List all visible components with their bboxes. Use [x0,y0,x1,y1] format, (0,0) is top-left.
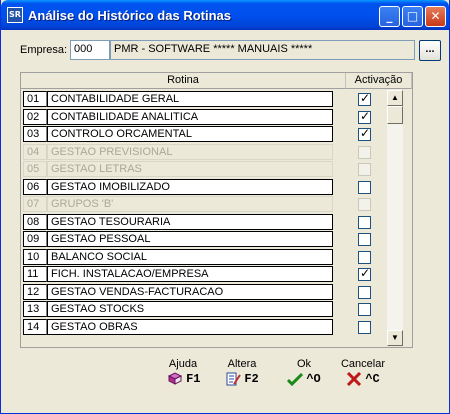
x-cross-icon [347,372,362,386]
rotina-name: FICH. INSTALACAO/EMPRESA [47,266,333,282]
empresa-code-input[interactable]: 000 [70,40,110,60]
main-window: SR Análise do Histórico das Rotinas _ □ … [0,0,450,414]
rotina-number: 06 [23,178,47,195]
scroll-down-button[interactable]: ▼ [387,330,403,346]
ok-button[interactable]: Ok ^O [284,358,324,386]
edit-document-icon [226,372,242,386]
cancel-label: Cancelar [340,358,386,370]
rotina-number: 11 [23,266,47,282]
activacao-checkbox [358,145,371,159]
activacao-checkbox[interactable] [358,320,371,334]
window-title: Análise do Histórico das Rotinas [28,8,231,23]
minimize-button[interactable]: _ [379,6,400,27]
activacao-checkbox[interactable] [358,285,371,299]
activacao-checkbox [358,163,371,176]
table-row[interactable]: 01 CONTABILIDADE GERAL ✓ [21,90,385,108]
rotina-name: GESTAO TESOURARIA [47,213,333,230]
empresa-name-field: PMR - SOFTWARE ***** MANUAIS ***** [110,40,415,60]
activacao-checkbox[interactable]: ✓ [358,91,371,106]
edit-label: Altera [227,358,257,370]
edit-button[interactable]: Altera F2 [223,358,261,386]
cancel-key: ^C [365,372,380,386]
table-row[interactable]: 07 GRUPOS 'B' [21,195,385,213]
rotinas-grid: Rotina Activação 01 CONTABILIDADE GERAL ✓ 0… [20,72,413,348]
rotina-number: 03 [23,126,47,142]
activacao-checkbox[interactable]: ✓ [358,266,371,281]
activacao-checkbox[interactable] [358,180,371,194]
rotina-number: 09 [23,231,47,247]
activacao-checkbox[interactable]: ✓ [358,126,371,141]
table-row[interactable]: 14 GESTAO OBRAS [21,318,385,336]
function-key-bar: Ajuda F1 Altera F2 Ok ^O Cancelar ^C [1,358,450,398]
table-row[interactable]: 05 GESTAO LETRAS [21,160,385,178]
checkmark-icon: ✓ [360,91,371,105]
table-row[interactable]: 09 GESTAO PESSOAL [21,230,385,248]
rotina-number: 05 [23,161,47,177]
rotina-name: GESTAO PESSOAL [47,231,333,247]
rotinas-rows: 01 CONTABILIDADE GERAL ✓ 02 CONTABILIDADE AN… [21,90,385,335]
rotina-name: CONTABILIDADE ANALITICA [47,108,333,125]
cancel-button[interactable]: Cancelar ^C [339,358,387,386]
scroll-thumb[interactable] [387,106,403,124]
column-header-activacao: Activação [346,73,412,89]
rotina-number: 01 [23,91,47,107]
scroll-up-button[interactable]: ▲ [387,90,403,106]
activacao-checkbox[interactable] [358,215,371,229]
vertical-scrollbar[interactable]: ▲ ▼ [387,90,403,346]
rotina-number: 12 [23,283,47,300]
ok-label: Ok [296,358,312,370]
checkmark-icon: ✓ [360,266,371,280]
maximize-button[interactable]: □ [402,6,423,27]
help-button[interactable]: Ajuda F1 [167,358,201,386]
checkmark-icon: ✓ [360,108,371,123]
table-row[interactable]: 11 FICH. INSTALACAO/EMPRESA ✓ [21,265,385,283]
rotina-number: 13 [23,301,47,317]
rotina-number: 04 [23,143,47,160]
checkmark-icon [287,372,304,386]
empresa-lookup-button[interactable]: ... [419,40,441,61]
table-row[interactable]: 10 BALANCO SOCIAL [21,248,385,266]
activacao-checkbox [358,198,371,211]
rotina-name: GESTAO LETRAS [47,161,333,177]
rotina-number: 14 [23,318,47,335]
book-icon [167,372,183,385]
rotina-name: GESTAO PREVISIONAL [47,143,333,160]
table-row[interactable]: 08 GESTAO TESOURARIA [21,213,385,231]
empresa-label: Empresa: [20,44,68,56]
table-row[interactable]: 13 GESTAO STOCKS [21,300,385,318]
rotina-name: GESTAO IMOBILIZADO [47,178,333,195]
column-header-rotina: Rotina [21,73,346,89]
activacao-checkbox[interactable] [358,303,371,316]
title-bar[interactable]: SR Análise do Histórico das Rotinas _ □ … [1,0,449,30]
ok-key: ^O [306,372,321,386]
help-key: F1 [186,372,201,386]
rotina-number: 07 [23,196,47,212]
rotina-name: GESTAO VENDAS-FACTURACAO [47,283,333,300]
rotina-name: BALANCO SOCIAL [47,248,333,265]
help-label: Ajuda [168,358,198,370]
rotina-number: 02 [23,108,47,125]
table-row[interactable]: 04 GESTAO PREVISIONAL [21,143,385,161]
table-row[interactable]: 02 CONTABILIDADE ANALITICA ✓ [21,108,385,126]
edit-key: F2 [244,372,259,386]
activacao-checkbox[interactable]: ✓ [358,108,371,124]
checkmark-icon: ✓ [360,126,371,140]
rotina-name: GRUPOS 'B' [47,196,333,212]
activacao-checkbox[interactable] [358,233,371,246]
table-row[interactable]: 03 CONTROLO ORCAMENTAL ✓ [21,125,385,143]
close-button[interactable]: ✕ [425,6,446,27]
rotina-number: 10 [23,248,47,265]
rotina-name: CONTABILIDADE GERAL [47,91,333,107]
rotina-name: GESTAO STOCKS [47,301,333,317]
rotina-number: 08 [23,213,47,230]
activacao-checkbox[interactable] [358,250,371,264]
table-row[interactable]: 06 GESTAO IMOBILIZADO [21,178,385,196]
app-icon[interactable]: SR [7,7,23,23]
table-row[interactable]: 12 GESTAO VENDAS-FACTURACAO [21,283,385,301]
rotina-name: CONTROLO ORCAMENTAL [47,126,333,142]
rotina-name: GESTAO OBRAS [47,318,333,335]
